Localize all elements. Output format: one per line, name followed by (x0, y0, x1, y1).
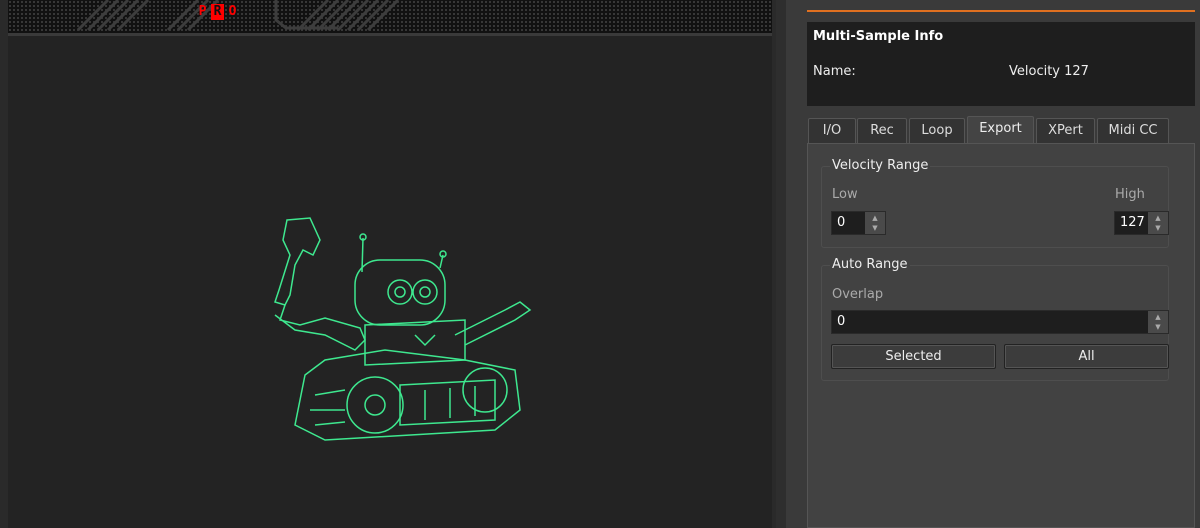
overlap-spinbox[interactable]: 0 ▲ ▼ (831, 310, 1169, 334)
logo-letter-o: O (228, 4, 237, 19)
spin-arrows-icon[interactable]: ▲ ▼ (865, 212, 885, 234)
logo-letter-p: P (198, 4, 207, 19)
velocity-range-group: Velocity Range Low High 0 ▲ ▼ 127 ▲ ▼ (821, 158, 1169, 248)
logo-letter-r: R (211, 4, 224, 20)
tab-io[interactable]: I/O (808, 118, 856, 143)
main-area: P R O (0, 0, 776, 528)
tab-export[interactable]: Export (967, 116, 1034, 144)
spin-arrows-icon[interactable]: ▲ ▼ (1148, 311, 1168, 333)
tab-rec[interactable]: Rec (857, 118, 907, 143)
right-panel: Multi-Sample Info Name: Velocity 127 I/O… (776, 0, 1200, 528)
export-tab-panel: Velocity Range Low High 0 ▲ ▼ 127 ▲ ▼ Auto R… (807, 143, 1195, 528)
tab-loop[interactable]: Loop (909, 118, 965, 143)
info-title: Multi-Sample Info (813, 29, 944, 44)
circuit-decoration (76, 0, 400, 32)
name-label: Name: (813, 64, 856, 79)
high-value: 127 (1120, 215, 1145, 230)
tab-midi-cc[interactable]: Midi CC (1097, 118, 1169, 143)
low-label: Low (832, 187, 858, 202)
multi-sample-info: Multi-Sample Info Name: Velocity 127 (807, 22, 1195, 106)
robot-wireframe (274, 217, 532, 441)
overlap-label: Overlap (832, 287, 884, 302)
auto-range-title: Auto Range (830, 257, 910, 272)
auto-range-group: Auto Range Overlap 0 ▲ ▼ Selected All (821, 257, 1169, 381)
overlap-value: 0 (837, 314, 846, 329)
all-button[interactable]: All (1004, 344, 1169, 369)
name-value: Velocity 127 (1009, 64, 1089, 79)
high-spinbox[interactable]: 127 ▲ ▼ (1114, 211, 1169, 235)
selected-button[interactable]: Selected (831, 344, 996, 369)
spin-arrows-icon[interactable]: ▲ ▼ (1148, 212, 1168, 234)
banner: P R O (8, 0, 772, 36)
velocity-range-title: Velocity Range (830, 158, 931, 173)
low-value: 0 (837, 215, 846, 230)
high-label: High (1115, 187, 1145, 202)
low-spinbox[interactable]: 0 ▲ ▼ (831, 211, 886, 235)
tab-xpert[interactable]: XPert (1036, 118, 1095, 143)
accent-divider (807, 10, 1195, 12)
